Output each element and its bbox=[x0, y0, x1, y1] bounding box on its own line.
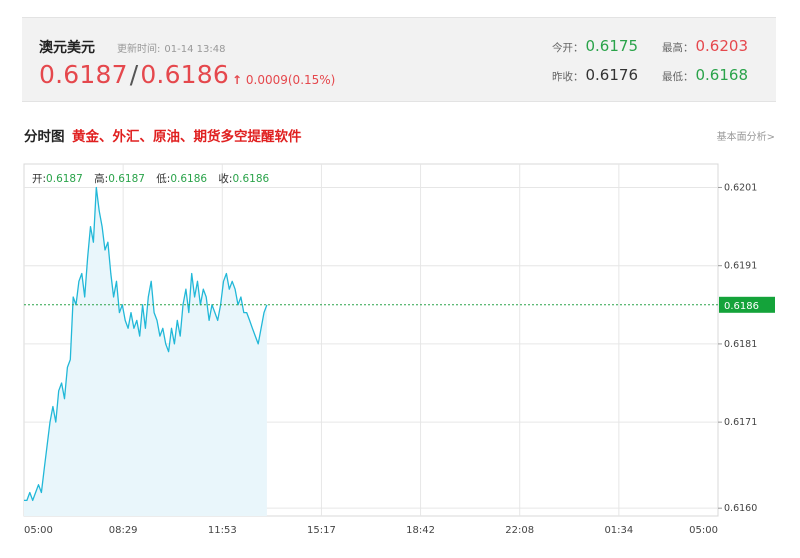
stat-open-value: 0.6175 bbox=[585, 37, 639, 55]
promo-link[interactable]: 黄金、外汇、原油、期货多空提醒软件 bbox=[72, 125, 302, 145]
x-tick-label: 15:17 bbox=[307, 525, 336, 536]
analysis-link[interactable]: 基本面分析> bbox=[717, 128, 775, 143]
stat-low-label: 最低： bbox=[662, 71, 694, 83]
quote-panel: 澳元美元 更新时间: 01-14 13:48 0.6187/0.6186 ↑ 0.… bbox=[22, 17, 776, 102]
y-tick-label: 0.6191 bbox=[724, 261, 757, 272]
x-tick-label: 01:34 bbox=[604, 525, 633, 536]
current-price-label: 0.6186 bbox=[724, 301, 759, 312]
ohlc-low-label: 低: bbox=[156, 173, 171, 185]
price-change: ↑ 0.0009(0.15%) bbox=[232, 73, 335, 87]
x-tick-label: 08:29 bbox=[109, 525, 138, 536]
stat-open: 今开： 0.6175 bbox=[552, 37, 638, 55]
stat-open-label: 今开： bbox=[552, 42, 584, 54]
ohlc-low-value: 0.6186 bbox=[170, 173, 208, 185]
update-time-label: 更新时间: bbox=[117, 44, 161, 55]
up-arrow-icon: ↑ bbox=[232, 73, 243, 87]
x-tick-label: 18:42 bbox=[406, 525, 435, 536]
stat-prev-close: 昨收： 0.6176 bbox=[552, 66, 638, 84]
ohlc-open-value: 0.6187 bbox=[46, 173, 83, 185]
y-tick-label: 0.6181 bbox=[724, 339, 757, 350]
x-tick-label: 11:53 bbox=[208, 525, 237, 536]
update-time: 更新时间: 01-14 13:48 bbox=[117, 40, 225, 55]
y-tick-label: 0.6201 bbox=[724, 182, 757, 193]
y-tick-label: 0.6171 bbox=[724, 417, 757, 428]
intraday-chart: 0.6160 0.6171 0.6181 0.6191 0.6201 0.6186 05:0… bbox=[22, 150, 778, 550]
stat-high-label: 最高： bbox=[662, 42, 694, 54]
stat-high: 最高： 0.6203 bbox=[662, 37, 748, 55]
price-area bbox=[24, 187, 267, 516]
ohlc-high-label: 高: bbox=[94, 173, 109, 185]
x-tick-label: 05:00 bbox=[689, 525, 718, 536]
stat-prev-close-label: 昨收： bbox=[552, 71, 584, 83]
y-tick-label: 0.6160 bbox=[724, 503, 757, 514]
ask-price: 0.6186 bbox=[140, 60, 229, 89]
ohlc-open-label: 开: bbox=[32, 173, 47, 185]
update-time-value: 01-14 13:48 bbox=[164, 44, 226, 55]
price-separator: / bbox=[129, 60, 139, 89]
ohlc-close-value: 0.6186 bbox=[232, 173, 270, 185]
current-price: 0.6187/0.6186 bbox=[39, 60, 229, 89]
stat-low: 最低： 0.6168 bbox=[662, 66, 748, 84]
instrument-name: 澳元美元 bbox=[39, 40, 95, 56]
section-title: 分时图 bbox=[24, 129, 65, 145]
x-tick-label: 05:00 bbox=[24, 525, 53, 536]
stat-low-value: 0.6168 bbox=[695, 66, 749, 84]
stat-prev-close-value: 0.6176 bbox=[585, 66, 639, 84]
stat-high-value: 0.6203 bbox=[695, 37, 749, 55]
ohlc-high-value: 0.6187 bbox=[108, 173, 145, 185]
ohlc-readout: 开:0.6187 高:0.6187 低:0.6186 收:0.6186 bbox=[32, 171, 269, 186]
change-value: 0.0009(0.15%) bbox=[245, 73, 336, 87]
chart-svg: 0.6160 0.6171 0.6181 0.6191 0.6201 0.6186 05:0… bbox=[23, 163, 775, 536]
bid-price: 0.6187 bbox=[39, 60, 128, 89]
ohlc-close-label: 收: bbox=[218, 173, 233, 185]
x-tick-label: 22:08 bbox=[505, 525, 534, 536]
